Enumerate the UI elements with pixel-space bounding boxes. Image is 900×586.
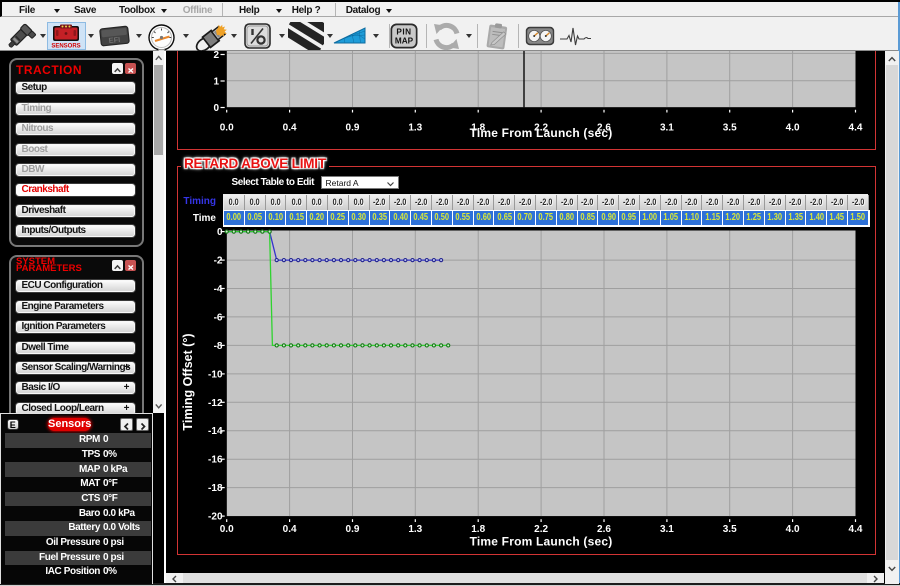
svg-text:1.8: 1.8	[471, 524, 485, 535]
svg-text:1.3: 1.3	[408, 123, 422, 134]
svg-text:0.9: 0.9	[346, 524, 360, 535]
svg-text:Time From Launch (sec): Time From Launch (sec)	[470, 535, 613, 549]
svg-text:-6: -6	[214, 312, 223, 323]
svg-text:-20: -20	[208, 512, 223, 523]
svg-text:-12: -12	[208, 398, 223, 409]
svg-text:2: 2	[213, 51, 219, 61]
svg-text:PIN: PIN	[396, 28, 411, 37]
svg-text:4.4: 4.4	[849, 524, 863, 535]
svg-text:2.2: 2.2	[534, 524, 548, 535]
svg-text:0: 0	[217, 227, 223, 238]
svg-text:MAP: MAP	[395, 37, 414, 46]
svg-text:0.4: 0.4	[283, 123, 297, 134]
svg-text:-18: -18	[208, 483, 223, 494]
svg-text:-10: -10	[208, 369, 223, 380]
svg-text:3.5: 3.5	[723, 524, 737, 535]
svg-text:-4: -4	[214, 284, 223, 295]
svg-text:-14: -14	[208, 426, 223, 437]
svg-text:-16: -16	[208, 455, 223, 466]
svg-text:0.0: 0.0	[220, 123, 234, 134]
svg-text:1.3: 1.3	[408, 524, 422, 535]
svg-text:3.5: 3.5	[723, 123, 737, 134]
svg-text:-8: -8	[214, 341, 223, 352]
svg-text:3.1: 3.1	[660, 524, 674, 535]
svg-text:4.0: 4.0	[786, 123, 800, 134]
svg-text:Time From Launch (sec): Time From Launch (sec)	[470, 126, 613, 140]
svg-text:2.6: 2.6	[597, 524, 611, 535]
svg-text:4.0: 4.0	[786, 524, 800, 535]
svg-text:SENSORS: SENSORS	[51, 44, 80, 50]
svg-text:3.1: 3.1	[660, 123, 674, 134]
svg-text:0: 0	[213, 103, 219, 114]
svg-text:-2: -2	[214, 256, 223, 267]
svg-text:0.0: 0.0	[220, 524, 234, 535]
svg-text:0.9: 0.9	[346, 123, 360, 134]
svg-text:Timing Offset (°): Timing Offset (°)	[181, 333, 195, 430]
svg-text:EFI: EFI	[108, 35, 121, 45]
svg-text:4.4: 4.4	[849, 123, 863, 134]
svg-text:0.4: 0.4	[283, 524, 297, 535]
svg-text:1: 1	[213, 77, 219, 88]
